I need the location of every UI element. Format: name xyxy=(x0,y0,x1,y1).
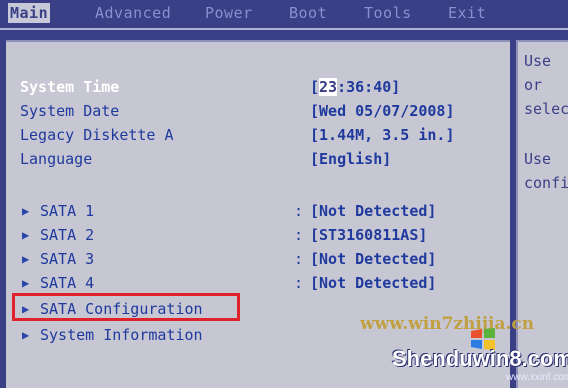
sata-2-label: SATA 2 xyxy=(40,226,95,244)
sata-3-value: [Not Detected] xyxy=(310,250,437,268)
language-label: Language xyxy=(20,150,93,168)
watermark-win7zhijia: www.win7zhijia.cn xyxy=(360,314,535,334)
tab-boot[interactable]: Boot xyxy=(289,3,327,23)
tab-exit[interactable]: Exit xyxy=(448,3,486,23)
sata-4-value: [Not Detected] xyxy=(310,274,437,292)
system-date-value[interactable]: [Wed 05/07/2008] xyxy=(310,100,455,122)
system-time-label: System Time xyxy=(20,78,120,96)
highlight-box xyxy=(12,293,240,321)
sata-3-label: SATA 3 xyxy=(40,250,95,268)
system-date-label: System Date xyxy=(20,102,120,120)
submenu-arrow-icon: ▶ xyxy=(22,276,30,290)
sata-2-row[interactable]: ▶ SATA 2 : [ST3160811AS] xyxy=(6,224,510,246)
submenu-arrow-icon: ▶ xyxy=(22,328,30,342)
sata-1-label: SATA 1 xyxy=(40,202,95,220)
tab-advanced[interactable]: Advanced xyxy=(95,3,171,23)
system-time-open-bracket: [ xyxy=(310,78,320,96)
language-value[interactable]: [English] xyxy=(310,148,391,170)
watermark-xxinf: www.xxinf.com xyxy=(506,372,568,383)
help-line: Use xyxy=(524,52,552,70)
help-line: confi xyxy=(524,174,568,192)
legacy-diskette-value[interactable]: [1.44M, 3.5 in.] xyxy=(310,124,455,146)
sata-1-row[interactable]: ▶ SATA 1 : [Not Detected] xyxy=(6,200,510,222)
help-line: or xyxy=(524,76,543,94)
separator-colon: : xyxy=(294,202,304,220)
legacy-diskette-label: Legacy Diskette A xyxy=(20,126,174,144)
separator-colon: : xyxy=(294,274,304,292)
submenu-arrow-icon: ▶ xyxy=(22,252,30,266)
language-row[interactable]: Language [English] xyxy=(6,148,510,170)
system-time-value[interactable]: [23:36:40] xyxy=(310,76,400,98)
main-settings-panel: System Time [23:36:40] System Date [Wed … xyxy=(6,40,510,388)
help-panel: Use or selec Use confi xyxy=(516,40,568,388)
tab-main[interactable]: Main xyxy=(8,3,51,23)
system-time-rest: :36:40] xyxy=(337,78,401,96)
sata-4-label: SATA 4 xyxy=(40,274,95,292)
menu-bar: Main Advanced Power Boot Tools Exit xyxy=(0,0,568,30)
help-line: selec xyxy=(524,100,568,118)
help-line: Use xyxy=(524,150,552,168)
sata-3-row[interactable]: ▶ SATA 3 : [Not Detected] xyxy=(6,248,510,270)
sata-4-row[interactable]: ▶ SATA 4 : [Not Detected] xyxy=(6,272,510,294)
system-time-hour-field[interactable]: 23 xyxy=(319,78,338,96)
system-date-row[interactable]: System Date [Wed 05/07/2008] xyxy=(6,100,510,122)
tab-tools[interactable]: Tools xyxy=(364,3,412,23)
sata-1-value: [Not Detected] xyxy=(310,202,437,220)
system-information-label: System Information xyxy=(40,326,203,344)
watermark-shenduwin8: Shenduwin8.com xyxy=(392,346,568,371)
tab-power[interactable]: Power xyxy=(205,3,253,23)
submenu-arrow-icon: ▶ xyxy=(22,228,30,242)
separator-colon: : xyxy=(294,250,304,268)
sata-2-value: [ST3160811AS] xyxy=(310,226,428,244)
legacy-diskette-row[interactable]: Legacy Diskette A [1.44M, 3.5 in.] xyxy=(6,124,510,146)
separator-colon: : xyxy=(294,226,304,244)
submenu-arrow-icon: ▶ xyxy=(22,204,30,218)
system-time-row[interactable]: System Time [23:36:40] xyxy=(6,76,510,98)
